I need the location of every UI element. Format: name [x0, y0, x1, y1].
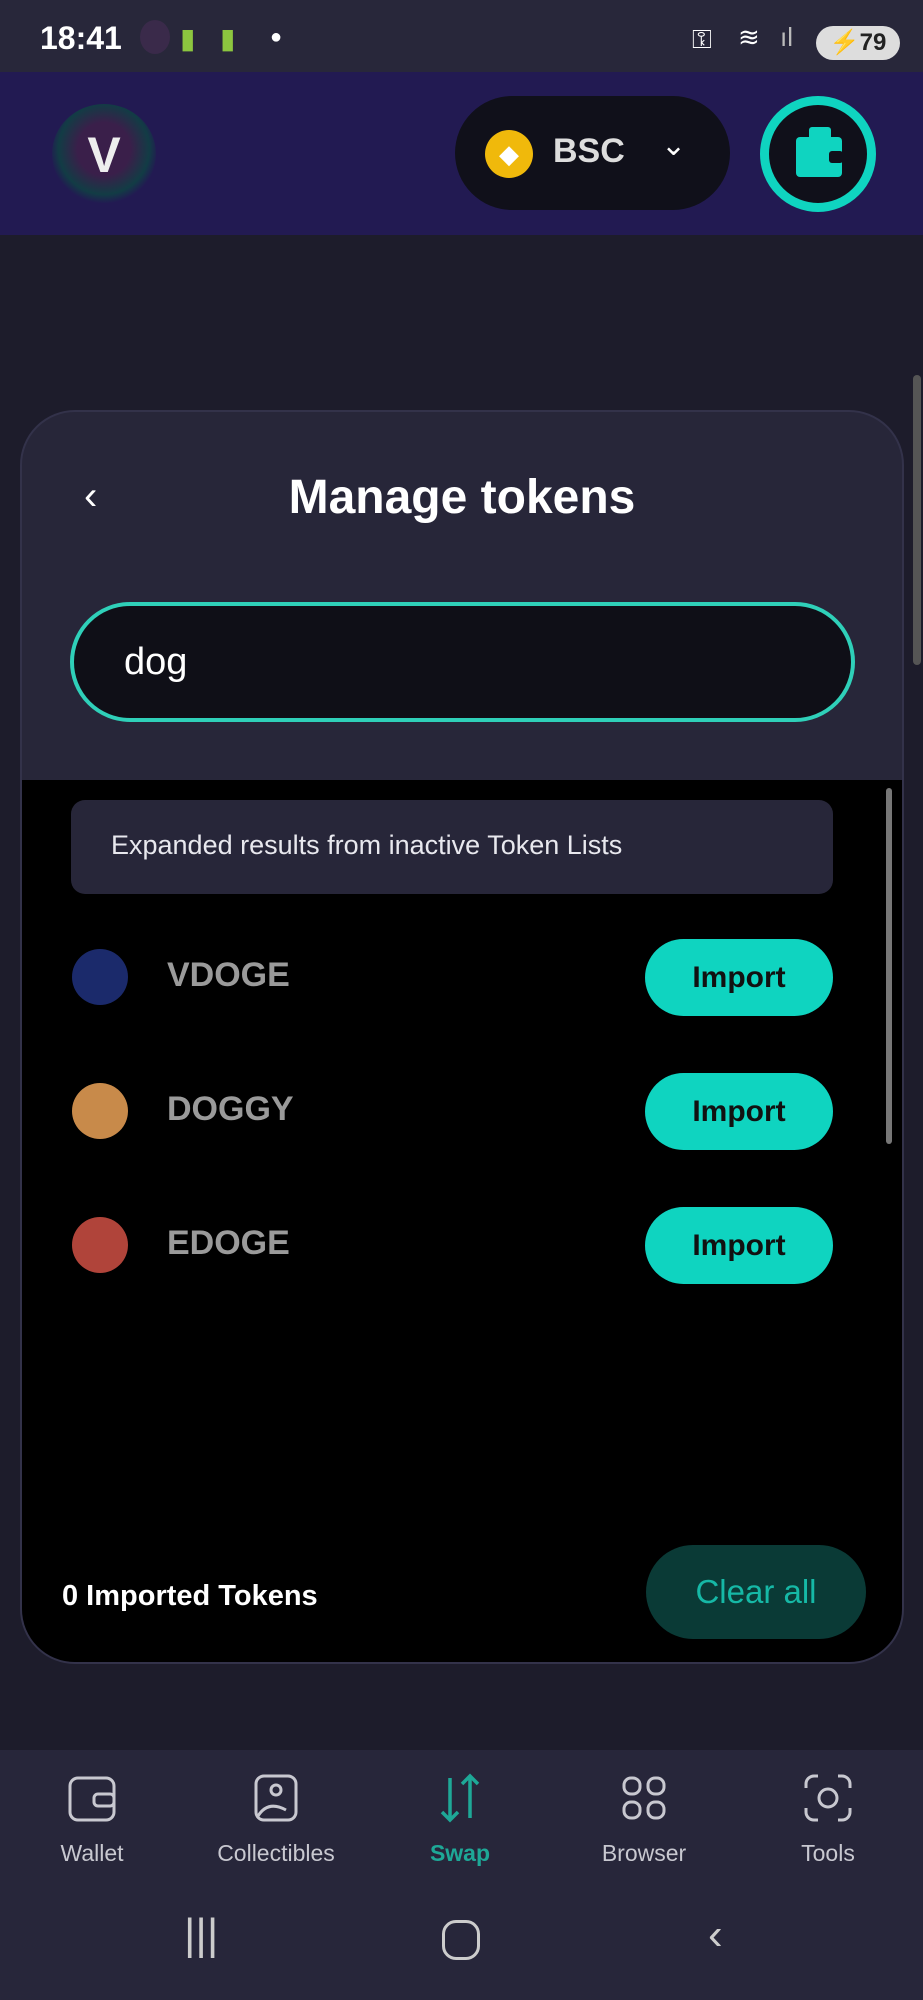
recent-apps-button[interactable]: ||| [184, 1910, 218, 1960]
battery-indicator: ⚡79 [816, 26, 900, 60]
info-banner: Expanded results from inactive Token Lis… [71, 800, 833, 894]
list-scrollbar[interactable] [886, 788, 892, 1144]
nav-browser[interactable]: Browser [552, 1770, 736, 1867]
token-row: DOGGY Import [22, 1044, 902, 1178]
search-input[interactable] [70, 602, 855, 722]
status-time: 18:41 [40, 20, 122, 56]
clear-all-button[interactable]: Clear all [646, 1545, 866, 1639]
signal-icon: ıl [780, 22, 793, 52]
token-list: VDOGE Import DOGGY Import EDOGE Import C… [22, 910, 902, 1310]
nav-label: Collectibles [217, 1840, 335, 1866]
network-label: BSC [553, 132, 625, 170]
nav-label: Wallet [60, 1840, 124, 1866]
app-header: V ◆ BSC ⌄ [0, 72, 923, 235]
system-back-button[interactable]: ‹ [708, 1910, 723, 1960]
nav-swap[interactable]: Swap [368, 1770, 552, 1867]
bottom-nav: Wallet Collectibles Swap Browser Tools |… [0, 1750, 923, 2000]
nav-label: Tools [801, 1840, 855, 1866]
token-results: Expanded results from inactive Token Lis… [22, 780, 902, 1662]
wallet-button[interactable] [760, 96, 876, 212]
token-name: VDOGE [167, 956, 290, 994]
token-row: VDOGE Import [22, 910, 902, 1044]
nav-label: Swap [429, 1840, 491, 1866]
dot-icon: ● [270, 26, 283, 48]
nav-label: Browser [601, 1840, 687, 1866]
nav-collectibles[interactable]: Collectibles [184, 1770, 368, 1867]
import-button[interactable]: Import [645, 1207, 833, 1284]
imported-count: 0 Imported Tokens [62, 1580, 318, 1612]
token-row: EDOGE Import [22, 1178, 902, 1310]
home-button[interactable] [442, 1920, 480, 1960]
import-button[interactable]: Import [645, 1073, 833, 1150]
status-bar: 18:41 ▮ ▮ ● ⚿ ≋ ıl ⚡79 [0, 0, 923, 72]
token-logo-icon [72, 949, 128, 1005]
battery-level: 79 [859, 29, 887, 56]
page-title: Manage tokens [288, 471, 636, 524]
page-scrollbar[interactable] [913, 375, 921, 665]
grid-icon [622, 1776, 666, 1820]
app-notification-icon [140, 20, 170, 54]
scan-icon [804, 1774, 852, 1822]
chevron-down-icon: ⌄ [661, 129, 687, 162]
nav-wallet[interactable]: Wallet [0, 1770, 184, 1867]
network-selector[interactable]: ◆ BSC ⌄ [455, 96, 730, 210]
token-name: EDOGE [167, 1224, 290, 1262]
wallet-icon [796, 127, 843, 177]
app-logo[interactable]: V [52, 104, 156, 204]
wifi-icon: ≋ [738, 22, 760, 52]
token-name: DOGGY [167, 1090, 294, 1128]
manage-tokens-card: ‹ Manage tokens Expanded results from in… [20, 410, 904, 1664]
android-icon: ▮ [220, 23, 236, 54]
key-icon: ⚿ [692, 24, 712, 54]
image-icon [254, 1774, 298, 1822]
android-icon: ▮ [180, 23, 196, 54]
import-button[interactable]: Import [645, 939, 833, 1016]
token-logo-icon [72, 1083, 128, 1139]
nav-tools[interactable]: Tools [736, 1770, 920, 1867]
token-logo-icon [72, 1217, 128, 1273]
wallet-icon [68, 1776, 116, 1822]
binance-icon: ◆ [485, 130, 533, 178]
swap-arrows-icon [440, 1773, 480, 1823]
